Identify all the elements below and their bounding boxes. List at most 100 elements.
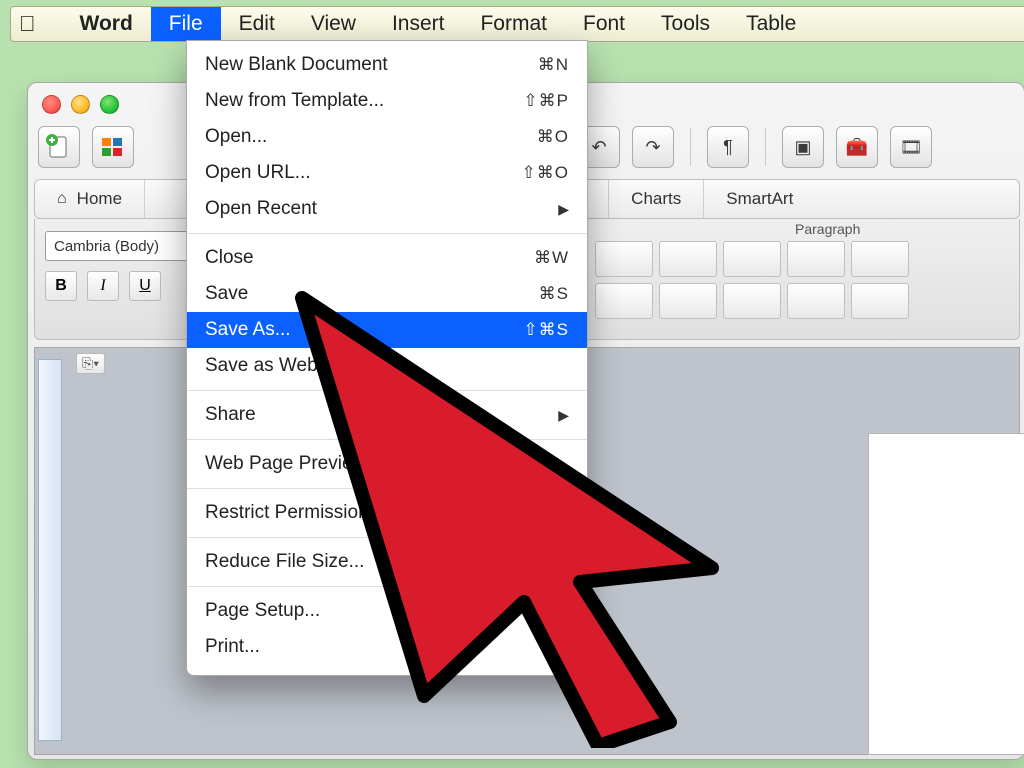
file-menu-web-page-preview[interactable]: Web Page Preview bbox=[187, 446, 587, 482]
redo-button[interactable]: ↷ bbox=[632, 126, 674, 168]
file-menu-page-setup[interactable]: Page Setup... bbox=[187, 593, 587, 629]
submenu-arrow-icon: ▶ bbox=[558, 201, 569, 218]
file-menu-print[interactable]: Print... bbox=[187, 629, 587, 665]
decrease-indent-button[interactable] bbox=[851, 241, 909, 277]
file-menu-save-as-web-page[interactable]: Save as Web Page... bbox=[187, 348, 587, 384]
file-menu-close[interactable]: Close ⌘W bbox=[187, 240, 587, 276]
menu-item-shortcut: ⇧⌘P bbox=[523, 91, 569, 111]
menu-item-shortcut: ⌘S bbox=[539, 284, 569, 304]
numbering-button[interactable] bbox=[659, 241, 717, 277]
menu-item-label: Open Recent bbox=[205, 198, 317, 220]
menu-item-label: Web Page Preview bbox=[205, 453, 366, 475]
bold-button[interactable]: B bbox=[45, 271, 77, 301]
outline-marker[interactable]: ⎘▾ bbox=[76, 353, 105, 374]
menu-item-label: Open... bbox=[205, 126, 267, 148]
menu-item-shortcut: ⌘W bbox=[534, 248, 569, 268]
menu-item-label: Open URL... bbox=[205, 162, 311, 184]
new-document-button[interactable] bbox=[38, 126, 80, 168]
menu-item-shortcut: ⌘O bbox=[537, 127, 569, 147]
file-menu-open-url[interactable]: Open URL... ⇧⌘O bbox=[187, 155, 587, 191]
align-right-button[interactable] bbox=[659, 283, 717, 319]
menu-view[interactable]: View bbox=[293, 7, 374, 41]
menu-format[interactable]: Format bbox=[462, 7, 565, 41]
minimize-window-button[interactable] bbox=[71, 95, 90, 114]
ribbon-tab-label: Charts bbox=[631, 189, 681, 209]
menu-item-label: Reduce File Size... bbox=[205, 551, 364, 573]
menu-item-label: Save As... bbox=[205, 319, 291, 341]
file-menu-dropdown: New Blank Document⌘NNew from Template...… bbox=[186, 40, 588, 676]
menu-font[interactable]: Font bbox=[565, 7, 643, 41]
ribbon-tab-home[interactable]: ⌂ Home bbox=[35, 180, 145, 218]
template-gallery-button[interactable] bbox=[92, 126, 134, 168]
menu-separator bbox=[187, 537, 587, 538]
multilevel-list-button[interactable] bbox=[723, 241, 781, 277]
justify-button[interactable] bbox=[723, 283, 781, 319]
italic-button[interactable]: I bbox=[87, 271, 119, 301]
menu-separator bbox=[187, 233, 587, 234]
file-menu-open-recent[interactable]: Open Recent ▶ bbox=[187, 191, 587, 227]
file-menu-save-as[interactable]: Save As... ⇧⌘S bbox=[187, 312, 587, 348]
ribbon-tab-charts[interactable]: Charts bbox=[609, 180, 704, 218]
menu-item-shortcut: ⇧⌘S bbox=[523, 320, 569, 340]
pilcrow-icon: ¶ bbox=[723, 137, 733, 158]
underline-button[interactable]: U bbox=[129, 271, 161, 301]
toolbox-button[interactable]: 🧰 bbox=[836, 126, 878, 168]
menu-separator bbox=[187, 586, 587, 587]
line-spacing-button[interactable] bbox=[787, 283, 845, 319]
paragraph-group bbox=[595, 241, 909, 319]
menu-insert[interactable]: Insert bbox=[374, 7, 463, 41]
submenu-arrow-icon: ▶ bbox=[558, 407, 569, 424]
app-menu-word[interactable]: Word bbox=[62, 7, 151, 41]
bullets-button[interactable] bbox=[595, 241, 653, 277]
menu-item-label: Restrict Permissions bbox=[205, 502, 378, 524]
sidebar-button[interactable]: ▣ bbox=[782, 126, 824, 168]
gallery-icon bbox=[100, 134, 126, 160]
ribbon-tab-label: SmartArt bbox=[726, 189, 793, 209]
menu-separator bbox=[187, 390, 587, 391]
zoom-window-button[interactable] bbox=[100, 95, 119, 114]
increase-indent-button[interactable] bbox=[851, 283, 909, 319]
menu-item-shortcut: ⇧⌘O bbox=[522, 163, 569, 183]
toolbox-icon: 🧰 bbox=[846, 137, 868, 158]
vertical-ruler[interactable] bbox=[38, 359, 62, 741]
menu-item-label: Page Setup... bbox=[205, 600, 320, 622]
menu-table[interactable]: Table bbox=[728, 7, 814, 41]
media-icon: 🎞 bbox=[900, 137, 923, 158]
redo-icon: ↷ bbox=[645, 137, 660, 158]
apple-menu-icon[interactable]:  bbox=[19, 11, 36, 37]
file-menu-new-blank-document[interactable]: New Blank Document⌘N bbox=[187, 47, 587, 83]
media-browser-button[interactable]: 🎞 bbox=[890, 126, 932, 168]
menu-item-label: Save bbox=[205, 283, 248, 305]
file-menu-open[interactable]: Open... ⌘O bbox=[187, 119, 587, 155]
file-menu-save[interactable]: Save ⌘S bbox=[187, 276, 587, 312]
file-menu-restrict-permissions[interactable]: Restrict Permissions▶ bbox=[187, 495, 587, 531]
sidebar-icon: ▣ bbox=[794, 137, 811, 158]
ribbon-tab-label: Home bbox=[77, 189, 122, 209]
menu-file[interactable]: File bbox=[151, 7, 221, 41]
align-center-button[interactable] bbox=[595, 283, 653, 319]
menu-edit[interactable]: Edit bbox=[221, 7, 293, 41]
align-left-button[interactable] bbox=[787, 241, 845, 277]
menu-item-label: Share bbox=[205, 404, 256, 426]
menu-separator bbox=[187, 439, 587, 440]
ribbon-tab-smartart[interactable]: SmartArt bbox=[704, 180, 815, 218]
menu-item-label: New from Template... bbox=[205, 90, 384, 112]
menu-item-shortcut: ⌘N bbox=[538, 55, 569, 75]
document-page[interactable] bbox=[868, 433, 1024, 755]
toolbar-separator bbox=[765, 128, 766, 166]
undo-icon: ↶ bbox=[591, 137, 606, 158]
file-menu-share[interactable]: Share ▶ bbox=[187, 397, 587, 433]
window-controls bbox=[42, 95, 119, 114]
new-doc-icon bbox=[46, 134, 72, 160]
close-window-button[interactable] bbox=[42, 95, 61, 114]
toolbar-separator bbox=[690, 128, 691, 166]
menu-item-label: Close bbox=[205, 247, 254, 269]
menu-separator bbox=[187, 488, 587, 489]
paragraph-group-label: Paragraph bbox=[795, 221, 860, 237]
show-formatting-button[interactable]: ¶ bbox=[707, 126, 749, 168]
file-menu-reduce-file-size[interactable]: Reduce File Size... bbox=[187, 544, 587, 580]
menu-item-label: Print... bbox=[205, 636, 260, 658]
menu-tools[interactable]: Tools bbox=[643, 7, 728, 41]
file-menu-new-from-template[interactable]: New from Template... ⇧⌘P bbox=[187, 83, 587, 119]
menu-item-label: Save as Web Page... bbox=[205, 355, 383, 377]
